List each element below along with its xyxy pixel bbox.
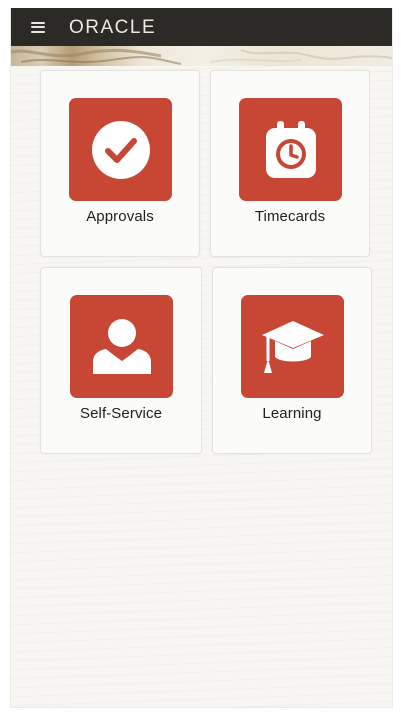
clock-calendar-icon — [265, 120, 316, 178]
person-icon — [92, 318, 151, 374]
app-header: ORACLE — [11, 8, 392, 46]
svg-text:ORACLE: ORACLE — [69, 17, 156, 37]
oracle-logo[interactable]: ORACLE — [69, 17, 193, 37]
tile-approvals[interactable]: Approvals — [40, 70, 200, 257]
graduation-cap-icon — [261, 320, 324, 373]
tile-timecards[interactable]: Timecards — [210, 70, 370, 257]
tile-approvals-label: Approvals — [86, 208, 154, 225]
oracle-logo-wordmark: ORACLE — [69, 17, 156, 37]
tile-learning-icon-box — [241, 295, 344, 398]
header-banner-image — [11, 46, 392, 66]
tile-self-service-icon-box — [70, 295, 173, 398]
tile-learning-label: Learning — [262, 405, 322, 422]
tile-self-service[interactable]: Self-Service — [40, 267, 202, 454]
tile-timecards-icon-box — [239, 98, 342, 201]
banner-pattern — [11, 48, 392, 65]
tile-self-service-label: Self-Service — [79, 405, 163, 422]
check-circle-icon — [91, 120, 150, 179]
hamburger-menu-icon[interactable] — [31, 21, 45, 33]
tile-approvals-icon-box — [69, 98, 172, 201]
tile-timecards-label: Timecards — [254, 208, 326, 225]
app-frame: ORACLE Approvals Timecards Self-Service … — [10, 8, 393, 708]
tile-learning[interactable]: Learning — [212, 267, 372, 454]
